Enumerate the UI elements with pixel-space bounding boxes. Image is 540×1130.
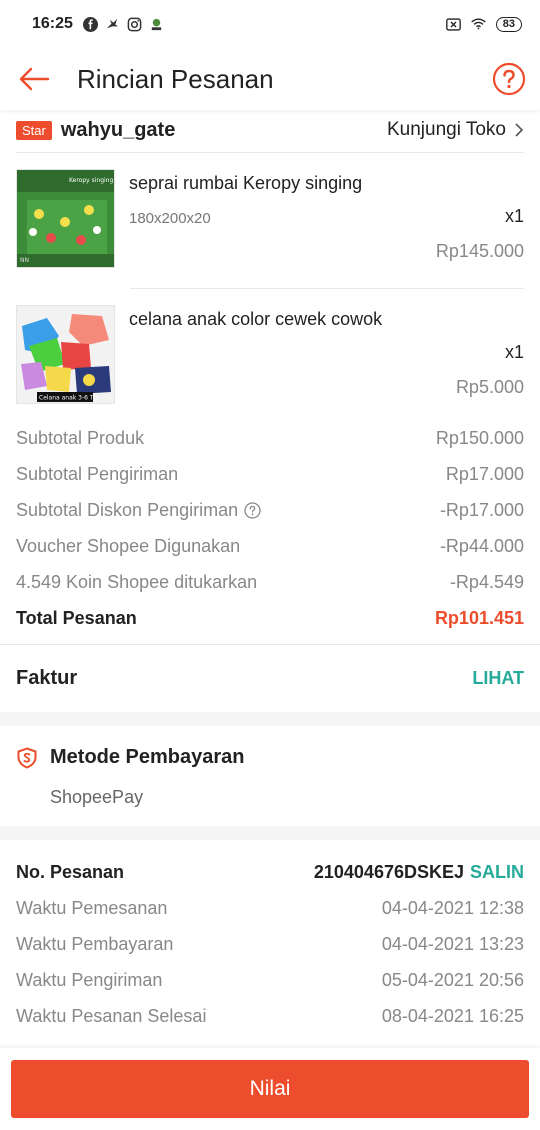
- summary-row: Voucher Shopee Digunakan -Rp44.000: [16, 528, 524, 564]
- payment-title: Metode Pembayaran: [50, 746, 245, 768]
- star-badge: Star: [16, 120, 52, 140]
- summary-label: Subtotal Produk: [16, 427, 145, 448]
- copy-order-number-button[interactable]: SALIN: [470, 862, 524, 883]
- product-price: Rp5.000: [455, 377, 524, 397]
- page-title: Rincian Pesanan: [77, 63, 274, 94]
- product-image-caption: Celana anak 3-6 Th: [39, 395, 98, 402]
- total-label: Total Pesanan: [16, 607, 137, 628]
- summary-row: Subtotal Pengiriman Rp17.000: [16, 456, 524, 492]
- product-image-watermark: NN: [20, 257, 29, 264]
- shield-payment-icon: [17, 746, 37, 769]
- instagram-icon: [127, 17, 142, 32]
- info-label: Waktu Pemesanan: [16, 897, 168, 918]
- view-invoice-link[interactable]: LIHAT: [472, 668, 524, 689]
- back-arrow-icon: [19, 67, 50, 91]
- clock: 16:25: [32, 15, 73, 32]
- summary-value: Rp17.000: [445, 463, 524, 484]
- total-value: Rp101.451: [434, 607, 524, 628]
- app-header: Rincian Pesanan: [0, 48, 540, 110]
- rate-button[interactable]: Nilai: [11, 1060, 529, 1118]
- product-image: Celana anak 3-6 Th: [16, 305, 115, 404]
- help-button[interactable]: [492, 62, 526, 96]
- product-name: celana anak color cewek cowok: [129, 309, 383, 329]
- section-divider: [0, 826, 540, 840]
- sim-icon: [445, 17, 461, 32]
- chevron-right-icon: [515, 123, 524, 137]
- info-label: Waktu Pengiriman: [16, 969, 163, 990]
- product-qty: x1: [504, 206, 524, 226]
- payment-section: Metode Pembayaran ShopeePay: [0, 726, 540, 826]
- visit-shop-label: Kunjungi Toko: [386, 119, 506, 140]
- app-icon: [149, 17, 164, 32]
- section-divider: [0, 712, 540, 726]
- summary-value: -Rp17.000: [439, 499, 524, 520]
- order-time-row: Waktu Pembayaran 04-04-2021 13:23: [16, 926, 524, 962]
- product-qty: x1: [504, 342, 524, 362]
- info-value: 05-04-2021 20:56: [381, 969, 524, 990]
- invoice-label: Faktur: [16, 667, 78, 689]
- bottom-action-bar: Nilai: [0, 1048, 540, 1130]
- order-number: 210404676DSKEJ: [313, 861, 464, 882]
- summary-value: -Rp4.549: [449, 571, 524, 592]
- product-image: Keropy singing NN: [16, 169, 115, 268]
- order-time-row: Waktu Pemesanan 04-04-2021 12:38: [16, 890, 524, 926]
- info-label: Waktu Pesanan Selesai: [16, 1005, 207, 1026]
- product-item[interactable]: Keropy singing NN seprai rumbai Keropy s…: [0, 153, 540, 288]
- summary-value: -Rp44.000: [439, 535, 524, 556]
- payment-method: ShopeePay: [50, 787, 144, 807]
- order-number-row: No. Pesanan 210404676DSKEJ SALIN: [16, 854, 524, 890]
- back-button[interactable]: [16, 61, 52, 97]
- invoice-row: Faktur LIHAT: [0, 644, 540, 712]
- order-time-row: Waktu Pengiriman 05-04-2021 20:56: [16, 962, 524, 998]
- summary-label: 4.549 Koin Shopee ditukarkan: [16, 571, 258, 592]
- info-value: 04-04-2021 12:38: [381, 897, 524, 918]
- facebook-icon: [82, 16, 98, 32]
- help-icon: [492, 62, 526, 96]
- product-item[interactable]: Celana anak 3-6 Th celana anak color cew…: [0, 289, 540, 424]
- product-price: Rp145.000: [435, 241, 524, 261]
- order-number-label: No. Pesanan: [16, 861, 125, 882]
- status-bar: 16:25 83: [0, 0, 540, 48]
- product-variant: 180x200x20: [129, 210, 211, 227]
- visit-shop-button[interactable]: Kunjungi Toko: [387, 119, 524, 141]
- summary-label: Subtotal Diskon Pengiriman: [16, 499, 239, 520]
- summary-label: Voucher Shopee Digunakan: [16, 535, 241, 556]
- summary-value: Rp150.000: [435, 427, 524, 448]
- shop-name: wahyu_gate: [60, 118, 176, 141]
- battery-icon: 83: [495, 16, 522, 32]
- order-summary: Subtotal Produk Rp150.000 Subtotal Pengi…: [0, 414, 540, 636]
- summary-row: 4.549 Koin Shopee ditukarkan -Rp4.549: [16, 564, 524, 600]
- product-name: seprai rumbai Keropy singing: [129, 173, 363, 193]
- product-image-title: Keropy singing: [69, 177, 113, 184]
- summary-row: Subtotal Diskon Pengiriman -Rp17.000: [16, 492, 524, 528]
- order-time-row: Waktu Pesanan Selesai 08-04-2021 16:25: [16, 998, 524, 1034]
- shop-row: Star wahyu_gate Kunjungi Toko: [0, 108, 540, 152]
- bird-icon: [105, 17, 120, 32]
- info-label: Waktu Pembayaran: [16, 933, 174, 954]
- summary-row: Subtotal Produk Rp150.000: [16, 420, 524, 456]
- wifi-icon: [471, 17, 486, 32]
- info-value: 08-04-2021 16:25: [381, 1005, 524, 1026]
- info-value: 04-04-2021 13:23: [381, 933, 524, 954]
- summary-label: Subtotal Pengiriman: [16, 463, 179, 484]
- info-icon[interactable]: [244, 501, 261, 519]
- order-info: No. Pesanan 210404676DSKEJ SALIN Waktu P…: [0, 840, 540, 1034]
- total-row: Total Pesanan Rp101.451: [16, 600, 524, 636]
